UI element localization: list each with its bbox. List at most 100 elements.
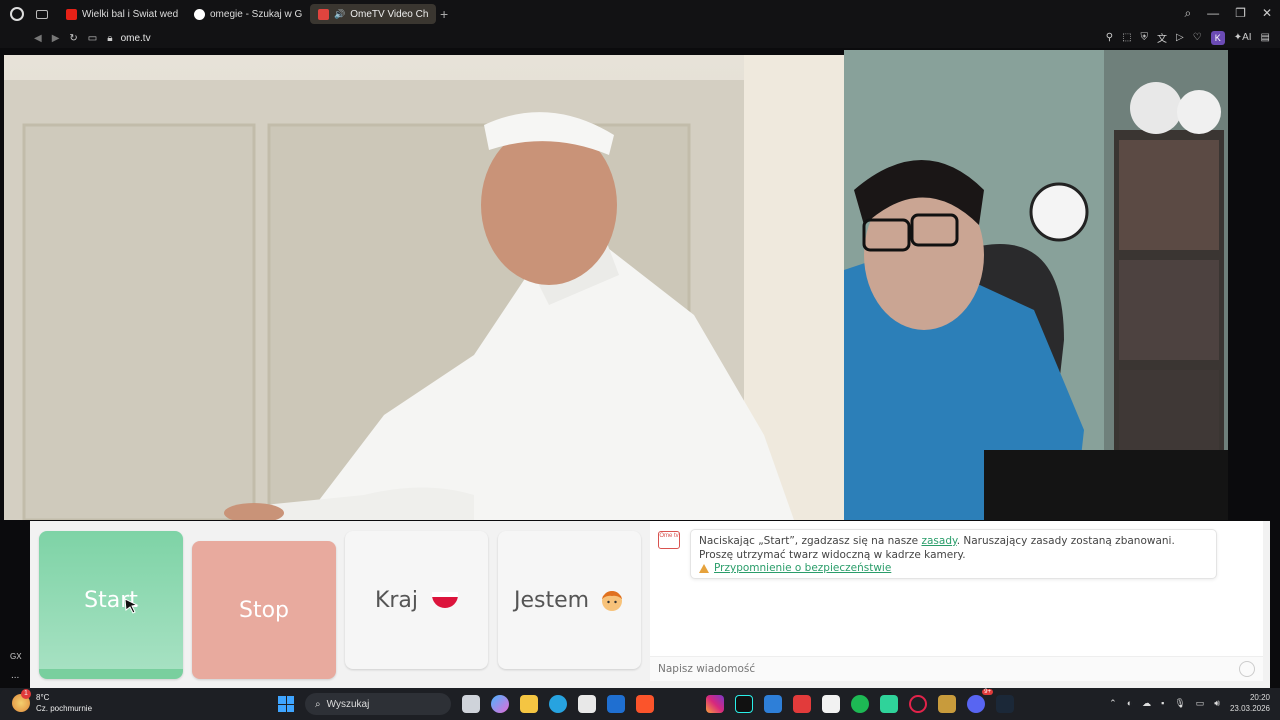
discord-badge: 9+ — [982, 689, 993, 695]
gx-button[interactable]: GX — [10, 652, 22, 661]
league-icon[interactable] — [938, 695, 956, 713]
copilot-icon[interactable] — [491, 695, 509, 713]
tiktok-icon[interactable] — [735, 695, 753, 713]
store-icon[interactable] — [578, 695, 596, 713]
volume-icon[interactable]: 🔊︎ — [1214, 698, 1220, 709]
snapshot-icon[interactable]: ⬚ — [1122, 32, 1131, 43]
brave-icon[interactable] — [636, 695, 654, 713]
stranger-video-frame — [4, 55, 844, 520]
aria-ai-button[interactable]: ✦AI — [1234, 32, 1252, 43]
u-app-icon[interactable] — [822, 695, 840, 713]
wolt-icon[interactable] — [793, 695, 811, 713]
close-window-button[interactable]: ✕ — [1262, 6, 1272, 21]
chat-controls-panel: Start Stop Kraj Jestem Ome tv Naciskając… — [30, 521, 1270, 688]
back-arrow-icon[interactable]: ◀ — [34, 33, 42, 44]
outlook-icon[interactable] — [607, 695, 625, 713]
clock[interactable]: 20:20 23.03.2026 — [1230, 692, 1270, 714]
address-bar: ◀ ▶ ↻ ▭ 🔒︎ ome.tv ⚲ ⬚ ⛨ 文 ▷ ♡ K ✦AI ▤ — [0, 28, 1280, 48]
youtube-favicon-icon — [66, 8, 77, 20]
notice-text-start: Naciskając „Start”, zgadzasz się na nasz… — [699, 535, 922, 547]
windows-taskbar: 1 8°C Cz. pochmurnie ⌕ Wyszukaj 9+ ⌃ ◐ ☁… — [0, 688, 1280, 720]
chat-app-icon[interactable] — [880, 695, 898, 713]
play-icon[interactable]: ▷ — [1176, 32, 1184, 43]
gender-select-button[interactable]: Jestem — [498, 531, 641, 669]
tab-label: OmeTV Video Chat — — [350, 8, 428, 20]
google-favicon-icon — [194, 8, 205, 20]
self-camera-frame — [844, 50, 1228, 520]
discord-icon[interactable]: 9+ — [967, 689, 993, 713]
search-placeholder: Wyszukaj — [326, 698, 370, 710]
weather-description: Cz. pochmurnie — [36, 704, 93, 713]
steam-icon[interactable] — [996, 695, 1014, 713]
minimize-button[interactable]: — — [1207, 6, 1219, 21]
taskbar-search[interactable]: ⌕ Wyszukaj — [305, 693, 451, 715]
ometv-logo: Ome tv — [658, 531, 680, 549]
heart-icon[interactable]: ♡ — [1193, 32, 1202, 43]
stop-label: Stop — [238, 597, 289, 623]
country-label: Kraj — [374, 587, 419, 613]
lock-icon: 🔒︎ — [107, 32, 113, 44]
opera-gx-icon[interactable] — [909, 695, 927, 713]
search-tabs-icon[interactable]: ⌕ — [1184, 6, 1191, 21]
microphone-icon[interactable]: 🎙︎ — [1174, 698, 1185, 709]
tab-ometv[interactable]: 🔊 OmeTV Video Chat — — [310, 4, 436, 24]
search-icon: ⌕ — [315, 698, 321, 710]
pin-icon[interactable]: ⚲ — [1106, 32, 1113, 43]
emoji-icon[interactable] — [1239, 661, 1255, 677]
safety-reminder-link[interactable]: Przypomnienie o bezpieczeństwie — [714, 562, 891, 576]
rules-link[interactable]: zasady — [921, 535, 956, 547]
shield-icon[interactable]: ⛨ — [1141, 32, 1149, 43]
notification-badge: 1 — [21, 689, 31, 699]
edge-icon[interactable] — [549, 695, 567, 713]
reload-icon[interactable]: ↻ — [69, 33, 77, 44]
tab-google-search[interactable]: omegie - Szukaj w Google — [186, 4, 310, 24]
spotify-icon[interactable] — [851, 695, 869, 713]
network-icon[interactable]: ▭ — [1196, 698, 1205, 709]
url-field[interactable]: ome.tv — [121, 33, 151, 44]
browser-tab-strip: Wielki bal i Świat według K omegie - Szu… — [0, 0, 1280, 28]
ai-label: AI — [1242, 32, 1252, 43]
ometv-favicon-icon — [318, 8, 329, 20]
windows-start-icon[interactable] — [278, 696, 294, 712]
country-filter-button[interactable]: Kraj — [345, 531, 488, 669]
poland-flag-icon — [432, 592, 459, 608]
clock-date: 23.03.2026 — [1229, 704, 1270, 713]
self-camera-video — [844, 50, 1228, 520]
camera-icon[interactable]: ▭ — [88, 33, 97, 44]
more-options-icon[interactable]: ... — [11, 670, 19, 681]
stop-button[interactable]: Stop — [192, 541, 336, 679]
maximize-button[interactable]: ❐ — [1235, 6, 1246, 21]
onedrive-icon[interactable]: ☁ — [1142, 698, 1151, 709]
new-tab-button[interactable]: + — [440, 6, 448, 22]
temperature: 8°C — [36, 693, 50, 702]
rules-notice: Naciskając „Start”, zgadzasz się na nasz… — [690, 529, 1217, 579]
chevron-up-icon[interactable]: ⌃ — [1109, 698, 1117, 709]
cursor-icon — [124, 598, 139, 614]
weather-widget[interactable]: 1 8°C Cz. pochmurnie — [12, 689, 93, 714]
tab-label: omegie - Szukaj w Google — [210, 8, 302, 20]
stranger-video — [4, 55, 844, 520]
message-input[interactable] — [658, 663, 1218, 675]
boy-emoji-icon — [602, 591, 623, 611]
task-view-icon[interactable] — [462, 695, 480, 713]
forward-arrow-icon[interactable]: ▶ — [52, 33, 60, 44]
warning-icon — [699, 564, 709, 574]
calendar-icon[interactable] — [764, 695, 782, 713]
tray-app-icon[interactable]: ◐ — [1127, 698, 1132, 708]
chat-input-row — [650, 656, 1263, 681]
tab-island-icon[interactable] — [36, 9, 48, 19]
clock-time: 20:20 — [1249, 693, 1270, 702]
opera-menu-icon[interactable] — [10, 7, 24, 21]
tab-label: Wielki bal i Świat według K — [82, 8, 178, 20]
translate-icon[interactable]: 文 — [1157, 30, 1167, 45]
tray-app-icon-2[interactable]: ▪ — [1161, 698, 1164, 708]
gender-label: Jestem — [513, 587, 590, 613]
start-button[interactable]: Start — [39, 531, 183, 679]
sidebar-toggle-icon[interactable]: ▤ — [1261, 32, 1270, 43]
profile-avatar[interactable]: K — [1210, 30, 1225, 45]
speaker-icon[interactable]: 🔊 — [334, 9, 345, 20]
tab-youtube[interactable]: Wielki bal i Świat według K — [58, 4, 186, 24]
chat-area: Ome tv Naciskając „Start”, zgadzasz się … — [650, 521, 1263, 681]
instagram-icon[interactable] — [706, 695, 724, 713]
file-explorer-icon[interactable] — [520, 695, 538, 713]
